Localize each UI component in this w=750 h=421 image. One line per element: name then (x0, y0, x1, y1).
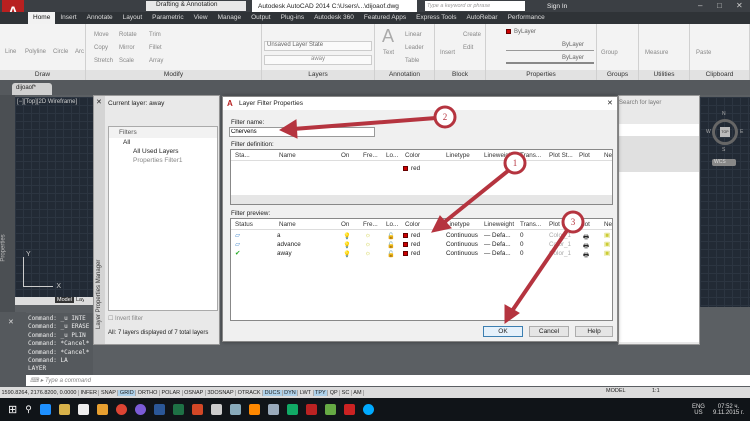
arrow-1 (440, 168, 511, 226)
arrow-3 (510, 227, 570, 313)
tutorial-annotations: 1 2 3 (278, 105, 585, 324)
step-2-label: 2 (443, 112, 448, 122)
arrow-2 (291, 116, 438, 131)
step-1-label: 1 (513, 158, 518, 168)
arrow-2-head (278, 119, 298, 139)
step-3-label: 3 (571, 217, 576, 227)
